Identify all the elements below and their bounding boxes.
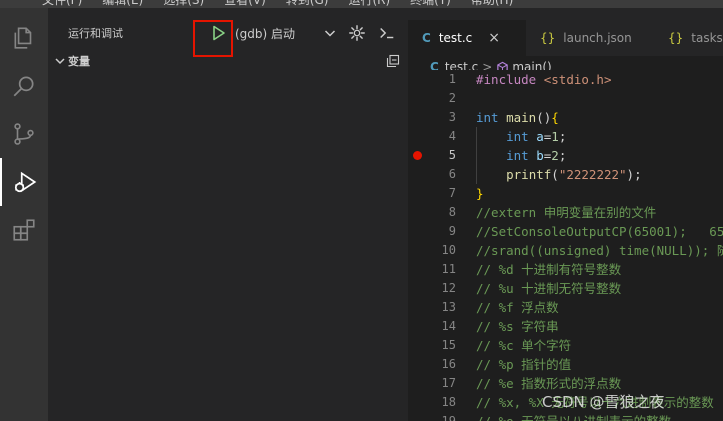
- gear-icon[interactable]: [348, 24, 366, 42]
- line-number: 15: [441, 338, 456, 352]
- line-number: 3: [448, 110, 456, 124]
- menu-item[interactable]: 选择(S): [163, 0, 204, 8]
- code-line[interactable]: 1 #include <stdio.h>: [408, 70, 723, 89]
- code-line[interactable]: 15 // %c 单个字符: [408, 336, 723, 355]
- collapse-all-icon[interactable]: [386, 54, 400, 68]
- code-text: //SetConsoleOutputCP(65001); 65: [476, 224, 723, 239]
- menu-item[interactable]: 帮助(H): [471, 0, 513, 8]
- code-text: int b=2;: [506, 148, 567, 163]
- sidebar-header: 运行和调试 (gdb) 启动: [48, 8, 408, 57]
- json-file-icon: {}: [540, 31, 556, 45]
- menu-item[interactable]: 文件(F): [42, 0, 82, 8]
- variables-section-header[interactable]: 变量: [48, 50, 408, 72]
- code-text: // %c 单个字符: [476, 338, 572, 353]
- code-text: int a=1;: [506, 129, 567, 144]
- code-line[interactable]: 10 //srand((unsigned) time(NULL)); 随: [408, 241, 723, 260]
- explorer-icon[interactable]: [0, 14, 48, 62]
- tab-label: tasks.json: [691, 31, 723, 45]
- tab-launch-json[interactable]: {} launch.json: [526, 20, 654, 56]
- json-file-icon: {}: [668, 31, 684, 45]
- tab-label: launch.json: [563, 31, 632, 45]
- launch-config-select[interactable]: (gdb) 启动: [233, 22, 343, 44]
- tab-label: test.c: [438, 31, 473, 45]
- menu-item[interactable]: 编辑(E): [102, 0, 143, 8]
- editor-tab-bar: C test.c × {} launch.json {} tasks.json: [408, 8, 723, 56]
- line-number: 17: [441, 376, 456, 390]
- debug-console-icon[interactable]: [378, 24, 396, 42]
- code-line[interactable]: 16 // %p 指针的值: [408, 355, 723, 374]
- line-number: 10: [441, 243, 456, 257]
- c-file-icon: C: [422, 31, 431, 45]
- extensions-icon[interactable]: [0, 206, 48, 254]
- code-text: // %f 浮点数: [476, 300, 559, 315]
- code-line[interactable]: 2: [408, 89, 723, 108]
- line-number: 6: [448, 167, 456, 181]
- code-text: }: [476, 186, 484, 201]
- code-line[interactable]: 7}: [408, 184, 723, 203]
- sidebar-title: 运行和调试: [68, 27, 123, 40]
- code-text: int main(){: [476, 110, 559, 125]
- line-number: 5: [448, 148, 456, 162]
- line-number: 8: [448, 205, 456, 219]
- code-line[interactable]: 12 // %u 十进制无符号整数: [408, 279, 723, 298]
- chevron-down-icon: [324, 30, 336, 37]
- line-number: 14: [441, 319, 456, 333]
- activity-bar: [0, 8, 48, 421]
- line-number: 1: [448, 72, 456, 86]
- tab-tasks-json[interactable]: {} tasks.json: [654, 20, 723, 56]
- code-line[interactable]: 8 //extern 申明变量在别的文件: [408, 203, 723, 222]
- launch-config-value: (gdb) 启动: [235, 26, 296, 41]
- code-line[interactable]: 6 printf("2222222");: [408, 165, 723, 184]
- code-editor[interactable]: 1 #include <stdio.h> 2 3 int main(){ 4 int a=…: [408, 70, 723, 421]
- breakpoint-icon[interactable]: [413, 151, 422, 160]
- start-debugging-button[interactable]: [209, 24, 229, 42]
- watermark: CSDN @雪狼之夜: [542, 393, 665, 411]
- menu-bar: 文件(F) 编辑(E) 选择(S) 查看(V) 转到(G) 运行(R) 终端(T) 帮助(H): [0, 0, 723, 8]
- menu-items: 文件(F) 编辑(E) 选择(S) 查看(V) 转到(G) 运行(R) 终端(T) 帮助(H): [42, 0, 513, 8]
- code-line[interactable]: 9 //SetConsoleOutputCP(65001); 65: [408, 222, 723, 241]
- code-line[interactable]: 4 int a=1;: [408, 127, 723, 146]
- code-line[interactable]: 19 // %o 无符号以八进制表示的整数: [408, 412, 723, 421]
- source-control-icon[interactable]: [0, 110, 48, 158]
- line-number: 12: [441, 281, 456, 295]
- run-debug-sidebar: 运行和调试 (gdb) 启动 变量: [48, 8, 408, 421]
- code-line[interactable]: 3 int main(){: [408, 108, 723, 127]
- code-text: // %u 十进制无符号整数: [476, 281, 622, 296]
- code-text: //srand((unsigned) time(NULL)); 随: [476, 243, 723, 258]
- line-number: 7: [448, 186, 456, 200]
- play-icon: [213, 25, 225, 41]
- menu-item[interactable]: 转到(G): [286, 0, 329, 8]
- code-text: printf("2222222");: [506, 167, 642, 182]
- code-line[interactable]: 5 int b=2;: [408, 146, 723, 165]
- close-icon[interactable]: ×: [488, 30, 500, 46]
- menu-item[interactable]: 终端(T): [410, 0, 451, 8]
- line-number: 18: [441, 395, 456, 409]
- code-text: //extern 申明变量在别的文件: [476, 205, 657, 220]
- variables-section-label: 变量: [68, 55, 90, 68]
- code-text: #include <stdio.h>: [476, 72, 612, 87]
- menu-item[interactable]: 运行(R): [348, 0, 390, 8]
- tab-test-c[interactable]: C test.c ×: [408, 20, 526, 56]
- line-number: 11: [441, 262, 456, 276]
- code-line[interactable]: 14 // %s 字符串: [408, 317, 723, 336]
- run-debug-icon[interactable]: [0, 158, 48, 206]
- code-text: // %p 指针的值: [476, 357, 572, 372]
- code-line[interactable]: 13 // %f 浮点数: [408, 298, 723, 317]
- line-number: 16: [441, 357, 456, 371]
- line-number: 4: [448, 129, 456, 143]
- code-text: // %s 字符串: [476, 319, 559, 334]
- line-number: 9: [448, 224, 456, 238]
- line-number: 2: [448, 91, 456, 105]
- code-text: // %d 十进制有符号整数: [476, 262, 622, 277]
- code-text: // %o 无符号以八进制表示的整数: [476, 412, 671, 421]
- code-line[interactable]: 11 // %d 十进制有符号整数: [408, 260, 723, 279]
- menu-item[interactable]: 查看(V): [224, 0, 266, 8]
- chevron-down-icon: [55, 58, 65, 65]
- line-number: 19: [441, 414, 456, 421]
- line-number: 13: [441, 300, 456, 314]
- search-icon[interactable]: [0, 62, 48, 110]
